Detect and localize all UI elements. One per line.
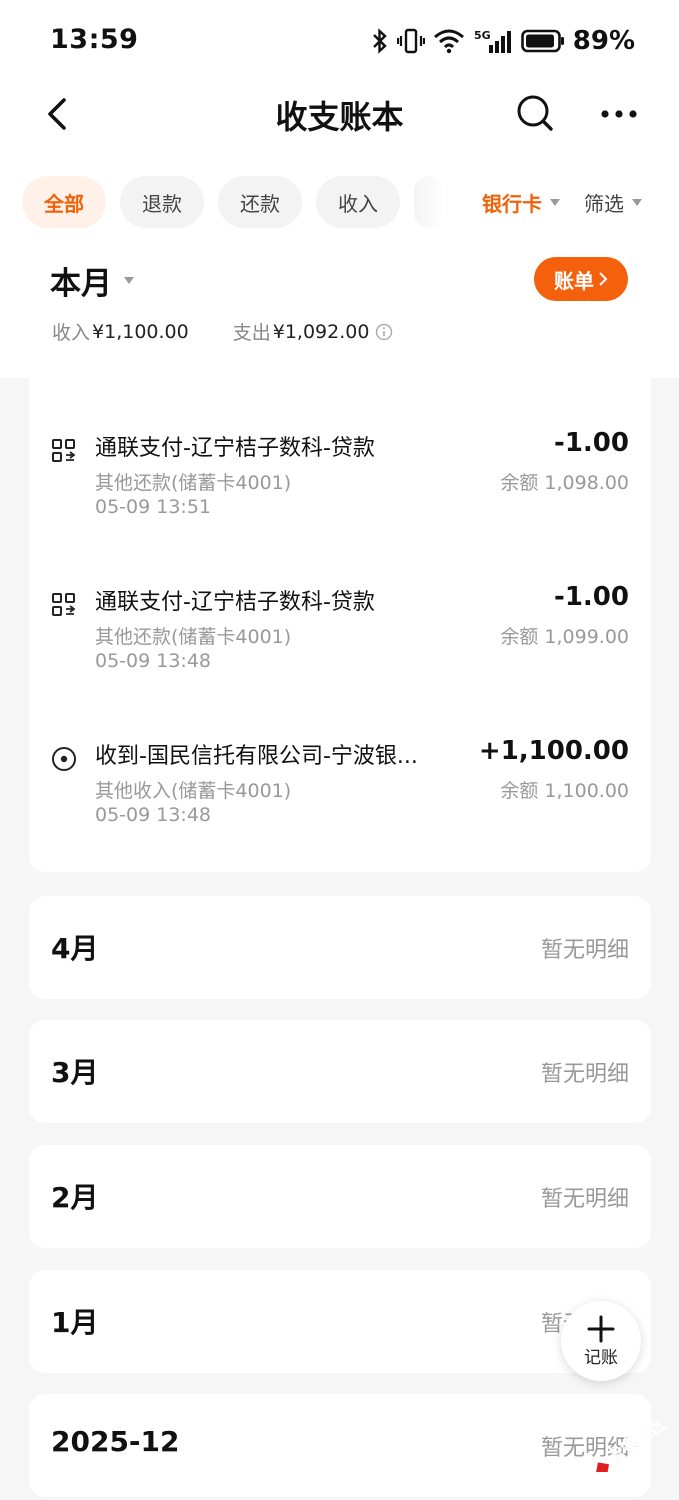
transaction-amount: -1.00 — [554, 428, 629, 458]
signal-5g-icon: 5G — [474, 29, 511, 53]
chip-refund[interactable]: 退款 — [120, 176, 204, 228]
month-status: 暂无明细 — [540, 1187, 629, 1212]
page-title: 收支账本 — [275, 98, 404, 136]
chevron-right-icon — [599, 272, 608, 286]
transaction-time: 05-09 13:51 — [95, 496, 212, 518]
transaction-category: 其他还款(储蓄卡4001) — [95, 626, 292, 648]
month-row-jan[interactable]: 1月 暂无明细 — [29, 1270, 651, 1373]
caret-down-icon — [124, 277, 134, 284]
scan-pay-icon — [52, 439, 76, 462]
expense-label: 支出 — [232, 322, 271, 344]
transaction-balance: 余额 1,099.00 — [500, 626, 629, 648]
status-time: 13:59 — [50, 24, 139, 55]
filter-label: 筛选 — [584, 192, 624, 216]
transaction-title: 通联支付-辽宁桔子数科-贷款 — [95, 590, 375, 615]
month-label: 1月 — [51, 1306, 99, 1339]
chip-repayment[interactable]: 还款 — [218, 176, 302, 228]
month-row-mar[interactable]: 3月 暂无明细 — [29, 1020, 651, 1123]
income-icon — [52, 747, 76, 771]
month-summary: 收入 ¥1,100.00 支出 ¥1,092.00 — [52, 318, 393, 345]
period-selector[interactable]: 本月 — [50, 258, 134, 303]
add-record-button[interactable]: 记账 — [561, 1301, 641, 1381]
month-label: 4月 — [51, 932, 99, 965]
month-row-apr[interactable]: 4月 暂无明细 — [29, 896, 651, 999]
transaction-balance: 余额 1,098.00 — [500, 472, 629, 494]
bank-card-label: 银行卡 — [482, 192, 542, 216]
svg-text:5G: 5G — [474, 29, 491, 42]
transaction-balance: 余额 1,100.00 — [500, 780, 629, 802]
battery-percent: 89% — [572, 26, 635, 56]
transaction-category: 其他还款(储蓄卡4001) — [95, 472, 292, 494]
income-label: 收入 — [52, 322, 91, 344]
plus-icon — [587, 1315, 615, 1343]
filter-row: 全部 退款 还款 收入 银行卡 筛选 — [0, 176, 679, 232]
more-icon[interactable] — [598, 94, 640, 136]
bluetooth-icon — [372, 28, 387, 54]
month-status: 暂无明细 — [540, 1062, 629, 1087]
info-icon[interactable] — [375, 323, 393, 341]
chip-all[interactable]: 全部 — [22, 176, 106, 228]
status-bar: 13:59 5G 89% — [0, 0, 679, 80]
filter-dropdown[interactable]: 筛选 — [584, 188, 642, 217]
filter-chips: 全部 退款 还款 收入 — [22, 176, 442, 230]
transaction-item[interactable]: 通联支付-辽宁桔子数科-贷款 其他还款(储蓄卡4001) 05-09 13:48… — [29, 582, 651, 704]
income-value: ¥1,100.00 — [92, 320, 189, 343]
bank-card-dropdown[interactable]: 银行卡 — [482, 188, 560, 217]
transaction-time: 05-09 13:48 — [95, 804, 212, 826]
search-icon[interactable] — [514, 92, 556, 134]
transaction-amount: +1,100.00 — [478, 736, 629, 766]
chips-fade — [410, 176, 446, 230]
period-label: 本月 — [50, 266, 112, 302]
transaction-item[interactable]: 通联支付-辽宁桔子数科-贷款 其他还款(储蓄卡4001) 05-09 13:51… — [29, 428, 651, 550]
transactions-card: 通联支付-辽宁桔子数科-贷款 其他还款(储蓄卡4001) 05-09 13:51… — [29, 360, 651, 872]
bill-button[interactable]: 账单 — [534, 257, 628, 301]
transaction-category: 其他收入(储蓄卡4001) — [95, 780, 292, 802]
month-row-feb[interactable]: 2月 暂无明细 — [29, 1145, 651, 1248]
transaction-title: 收到-国民信托有限公司-宁波银... — [95, 744, 418, 769]
header: 收支账本 — [0, 80, 679, 148]
chip-income[interactable]: 收入 — [316, 176, 400, 228]
battery-icon — [520, 29, 564, 53]
watermark-logo: 卡农社区 — [595, 1422, 670, 1472]
expense-value: ¥1,092.00 — [272, 320, 370, 343]
caret-down-icon — [550, 199, 560, 206]
wifi-icon — [433, 29, 464, 54]
transaction-item[interactable]: 收到-国民信托有限公司-宁波银... 其他收入(储蓄卡4001) 05-09 1… — [29, 736, 651, 858]
month-status: 暂无明细 — [540, 938, 629, 963]
month-label: 2月 — [51, 1181, 99, 1214]
month-row-dec[interactable]: 2025-12 暂无明细 — [29, 1394, 651, 1497]
watermark-text: 卡农社区 — [603, 1422, 670, 1469]
month-label: 3月 — [51, 1056, 99, 1089]
vibrate-icon — [396, 28, 425, 54]
add-record-label: 记账 — [584, 1348, 618, 1368]
transaction-time: 05-09 13:48 — [95, 650, 212, 672]
scan-pay-icon — [52, 593, 76, 616]
month-label: 2025-12 — [51, 1425, 180, 1458]
bill-button-label: 账单 — [554, 268, 594, 293]
caret-down-icon — [632, 199, 642, 206]
status-icons: 5G 89% — [371, 24, 635, 58]
transaction-amount: -1.00 — [554, 582, 629, 612]
transaction-title: 通联支付-辽宁桔子数科-贷款 — [95, 436, 375, 461]
